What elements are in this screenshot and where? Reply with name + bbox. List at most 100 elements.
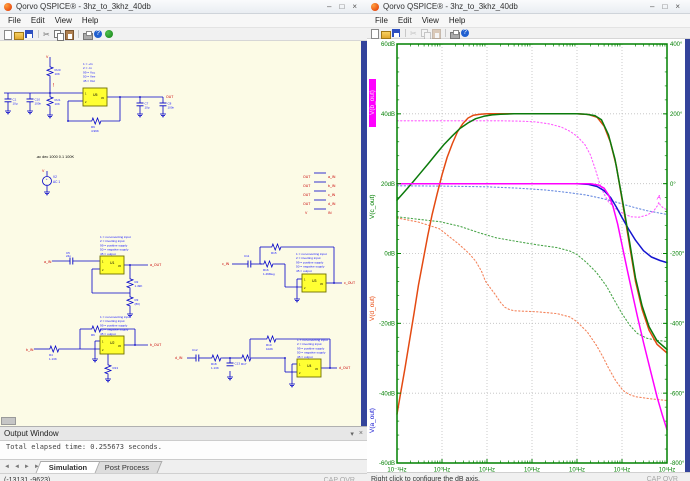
print-icon[interactable] [450,29,459,38]
schematic-hscrollbar[interactable] [1,417,16,425]
output-window-header[interactable]: Output Window ▾ × [0,427,367,441]
svg-text:45 = output: 45 = output [100,332,116,336]
svg-text:b_OUT: b_OUT [150,343,162,347]
right-titlebar[interactable]: Qorvo QSPICE® - 3hz_to_3khz_40db – □ × [367,0,690,14]
signal-label-va_out[interactable]: V(a_out) [369,399,376,443]
svg-text:R17: R17 [241,362,247,366]
help-icon[interactable]: ? [94,30,103,39]
maximize-icon[interactable]: □ [339,3,344,11]
help-icon[interactable]: ? [461,29,470,38]
cursor-a-marker: A [656,195,661,201]
svg-text:24n: 24n [66,254,71,258]
svg-text:-600°: -600° [670,391,685,397]
tab-scroll-prev-icon[interactable]: ◄ [12,461,22,473]
svg-text:OUT: OUT [303,175,311,179]
print-glyph [83,33,93,40]
output-log: Total elapsed time: 0.255673 seconds. [0,441,367,459]
svg-text:10⁰Hz: 10⁰Hz [434,467,450,473]
open-icon[interactable] [14,30,23,39]
paste-icon [432,29,441,38]
close-icon[interactable]: × [675,3,680,11]
svg-text:20dB: 20dB [381,182,395,188]
save-glyph [392,29,400,37]
left-statusbar: (-13131,-9623) CAP OVR [0,473,367,481]
svg-text:-200°: -200° [670,252,685,258]
svg-text:b_IN: b_IN [328,184,336,188]
menu-view[interactable]: View [417,16,444,25]
svg-text:10¹Hz: 10¹Hz [479,468,495,473]
print-icon[interactable] [83,30,92,39]
right-window-title: Qorvo QSPICE® - 3hz_to_3khz_40db [383,2,650,11]
svg-text:U4: U4 [307,364,312,368]
svg-text:.ac dec 1000 0.1 100K: .ac dec 1000 0.1 100K [36,155,74,159]
tab-scroll-next-icon[interactable]: ► [22,461,32,473]
menu-file[interactable]: File [370,16,393,25]
close-icon[interactable]: × [352,3,357,11]
cut-glyph: ✂ [43,30,50,39]
tab-scroll-first-icon[interactable]: ◄ [2,461,12,473]
menu-edit[interactable]: Edit [26,16,50,25]
minimize-icon[interactable]: – [650,3,654,11]
svg-text:b_IN: b_IN [26,348,34,352]
plot-vscrollbar[interactable] [685,39,690,472]
signal-label-vc_out[interactable]: V(c_out) [369,185,376,229]
svg-text:200°: 200° [670,112,683,118]
copy-glyph [54,30,61,38]
copy-icon[interactable] [54,30,63,39]
schematic-canvas[interactable]: RU010KRU110KR94.99KR21.49KR3(80)R41.13KR… [0,41,367,426]
run-icon[interactable] [105,30,114,39]
bode-plot: 60dB400°10⁻¹Hz40dB200°10⁰Hz20dB0°10¹Hz0d… [367,39,690,472]
svg-text:10p: 10p [145,106,150,110]
svg-text:OUT: OUT [303,193,311,197]
tab-simulation[interactable]: Simulation [35,461,100,473]
svg-text:IN: IN [328,211,332,215]
signal-label-vb_out[interactable]: V(b_out) [369,79,376,127]
svg-text:R6: R6 [91,333,95,337]
svg-text:45 = output: 45 = output [100,252,116,256]
help-glyph: ? [94,30,102,38]
svg-text:U5: U5 [93,93,98,97]
copy-icon [421,29,430,38]
svg-text:c_IN: c_IN [222,262,230,266]
close-output-icon[interactable]: × [359,430,363,438]
new-icon[interactable] [370,29,379,38]
bode-plot-panel[interactable]: 60dB400°10⁻¹Hz40dB200°10⁰Hz20dB0°10¹Hz0d… [367,39,690,472]
new-icon[interactable] [3,30,12,39]
svg-text:10⁻¹Hz: 10⁻¹Hz [387,468,406,473]
svg-text:10⁵Hz: 10⁵Hz [659,467,676,473]
signal-label-vd_out[interactable]: V(d_out) [369,287,376,331]
svg-text:10²Hz: 10²Hz [524,468,540,473]
svg-text:10µ: 10µ [13,102,18,106]
paste-icon[interactable] [65,30,74,39]
svg-text:!: ! [53,83,54,89]
svg-text:c_OUT: c_OUT [344,281,356,285]
svg-text:1.49Meg: 1.49Meg [263,272,275,276]
menu-file[interactable]: File [3,16,26,25]
new-glyph [4,30,12,40]
svg-text:V2: V2 [53,175,57,179]
open-icon[interactable] [381,29,390,38]
maximize-icon[interactable]: □ [662,3,667,11]
cut-icon[interactable]: ✂ [43,30,52,39]
menu-edit[interactable]: Edit [393,16,417,25]
minimize-icon[interactable]: – [327,3,331,11]
menu-view[interactable]: View [50,16,77,25]
svg-text:-800°: -800° [670,461,685,467]
svg-text:OUT: OUT [166,95,174,99]
svg-text:-400°: -400° [670,322,685,328]
tab-post-process[interactable]: Post Process [92,461,163,473]
output-window-title: Output Window [4,429,59,438]
svg-text:AC 1: AC 1 [53,180,60,184]
collapse-icon[interactable]: ▾ [350,430,354,438]
svg-text:C12: C12 [192,348,198,352]
save-icon[interactable] [392,29,401,38]
menu-help[interactable]: Help [444,16,470,25]
print-glyph [450,32,460,39]
copy-glyph [421,29,428,37]
save-icon[interactable] [25,30,34,39]
menu-help[interactable]: Help [77,16,103,25]
left-window-title: Qorvo QSPICE® - 3hz_to_3khz_40db [16,2,327,11]
svg-text:10⁴Hz: 10⁴Hz [614,467,631,473]
svg-text:OUT: OUT [303,184,311,188]
left-titlebar[interactable]: Qorvo QSPICE® - 3hz_to_3khz_40db – □ × [0,0,367,14]
